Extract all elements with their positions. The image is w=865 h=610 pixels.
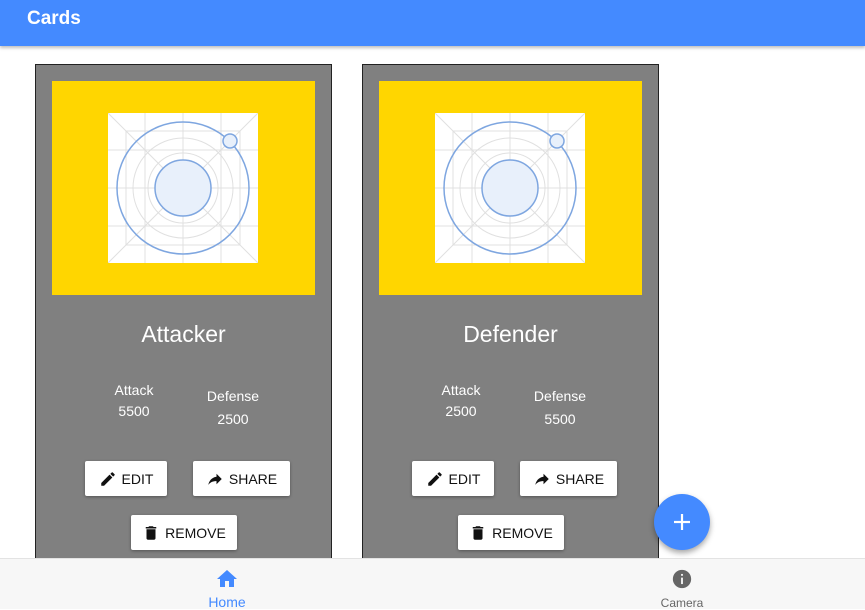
defense-value: 2500 <box>217 411 249 427</box>
attack-value: 2500 <box>445 403 477 419</box>
pencil-icon <box>427 471 442 486</box>
card-attacker: Attacker Attack 5500 Defense 2500 EDIT S… <box>35 64 332 564</box>
attack-value: 5500 <box>118 403 150 419</box>
add-fab-button[interactable] <box>654 494 710 550</box>
image-placeholder-icon <box>434 112 586 264</box>
nav-item-camera[interactable]: Camera <box>622 559 742 610</box>
add-icon <box>674 514 690 530</box>
share-label: SHARE <box>228 470 278 487</box>
defense-label: Defense <box>206 388 260 404</box>
share-button[interactable]: SHARE <box>193 461 290 496</box>
nav-label-camera: Camera <box>660 596 704 610</box>
app-bar: Cards <box>0 0 865 46</box>
remove-label: REMOVE <box>492 524 553 541</box>
app-title: Cards <box>27 8 81 29</box>
share-arrow-icon <box>208 473 222 485</box>
share-button[interactable]: SHARE <box>520 461 617 496</box>
attack-label: Attack <box>441 382 481 398</box>
home-icon <box>217 570 237 587</box>
trash-icon <box>472 525 484 540</box>
card-title: Attacker <box>141 321 226 347</box>
bottom-navigation: Home Camera <box>0 558 865 610</box>
defense-label: Defense <box>533 388 587 404</box>
pencil-icon <box>100 471 115 486</box>
remove-label: REMOVE <box>165 524 226 541</box>
edit-label: EDIT <box>121 470 154 487</box>
share-arrow-icon <box>535 473 549 485</box>
remove-button[interactable]: REMOVE <box>458 515 564 550</box>
trash-icon <box>145 525 157 540</box>
card-title: Defender <box>463 321 558 347</box>
nav-item-home[interactable]: Home <box>167 559 287 610</box>
image-placeholder-icon <box>107 112 259 264</box>
info-icon <box>672 569 692 589</box>
card-defender: Defender Attack 2500 Defense 5500 EDIT S… <box>362 64 659 564</box>
attack-label: Attack <box>114 382 154 398</box>
nav-label-home: Home <box>208 594 246 610</box>
share-label: SHARE <box>555 470 605 487</box>
edit-button[interactable]: EDIT <box>85 461 167 496</box>
edit-label: EDIT <box>448 470 481 487</box>
card-image <box>52 81 315 295</box>
defense-value: 5500 <box>544 411 576 427</box>
card-image <box>379 81 642 295</box>
remove-button[interactable]: REMOVE <box>131 515 237 550</box>
edit-button[interactable]: EDIT <box>412 461 494 496</box>
